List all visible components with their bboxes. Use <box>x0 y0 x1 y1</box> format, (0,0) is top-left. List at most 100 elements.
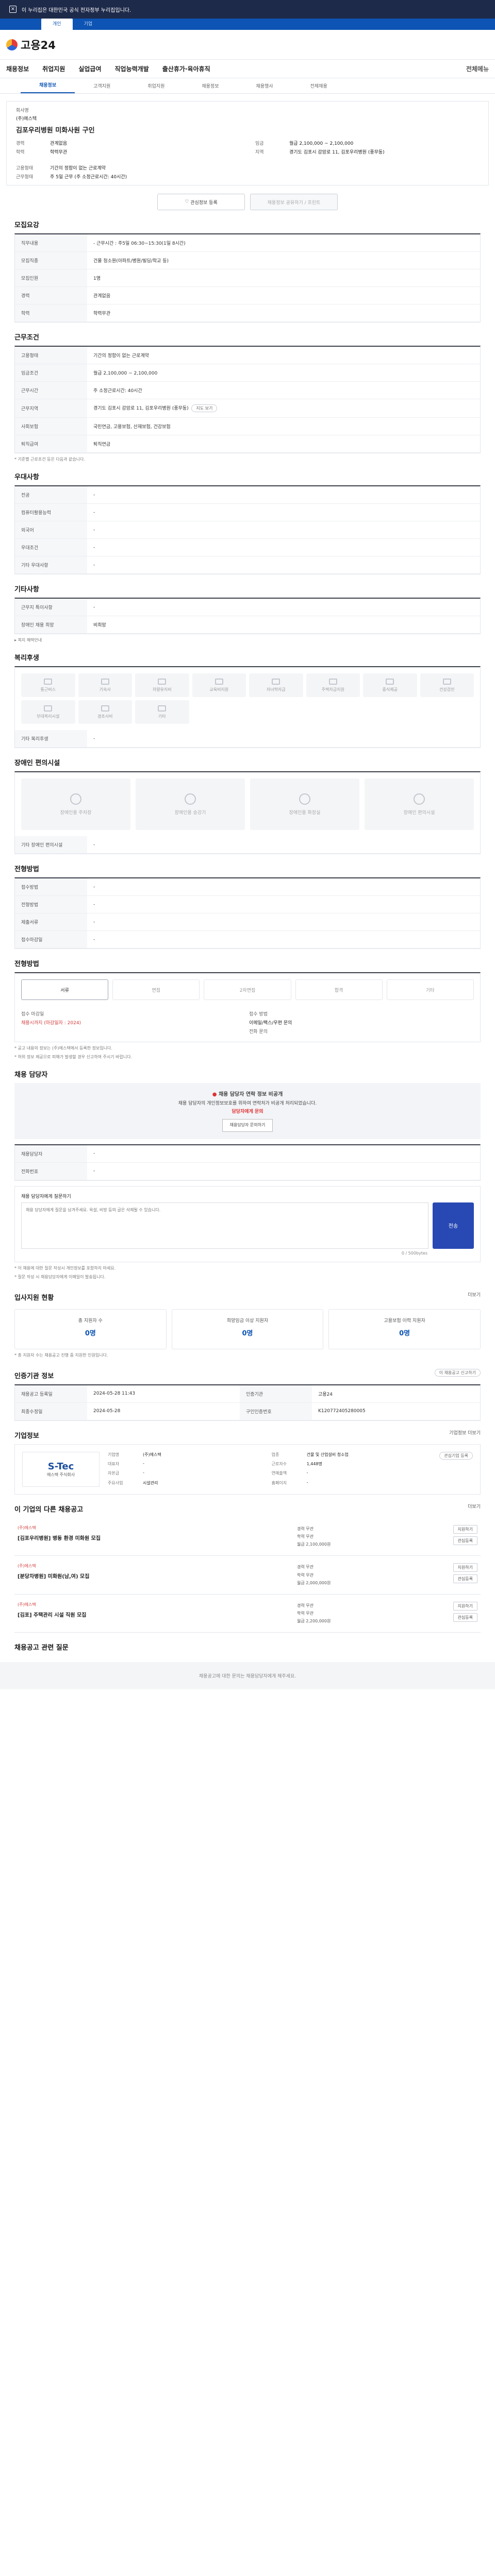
row-key: 경력 <box>15 286 87 304</box>
similar-jobs: (주)에스텍 [김포우리병원] 병동 환경 미화원 모집 경력 무관 학력 무관 월급… <box>14 1518 481 1633</box>
snb-item-0[interactable]: 채용정보 <box>21 79 75 93</box>
company-name: (주)에스텍 <box>16 116 37 122</box>
stat-label: 희망임금 이상 지원자 <box>226 1318 269 1324</box>
row-value: - <box>87 878 480 896</box>
process-step: 면접 <box>112 979 200 1000</box>
summary-key: 근무형태 <box>16 175 34 180</box>
apply-button[interactable]: 지원하기 <box>453 1601 477 1611</box>
etc-icon <box>158 705 167 711</box>
bookmark-button[interactable]: 관심등록 <box>453 1536 477 1545</box>
apply-button[interactable]: 지원하기 <box>453 1563 477 1572</box>
list-item[interactable]: (주)에스텍 [김포우리병원] 병동 환경 미화원 모집 경력 무관 학력 무관 월급… <box>14 1518 481 1556</box>
table-row: 채용담당자 - <box>15 1145 480 1163</box>
job-title-link[interactable]: [김포] 주택관리 시설 직원 모집 <box>18 1611 292 1618</box>
global-nav: 채용정보 취업지원 실업급여 직업능력개발 출산휴가·육아휴직 전체메뉴 <box>0 60 495 78</box>
car-icon <box>158 678 167 685</box>
interest-button[interactable]: ♡ 관심정보 등록 <box>157 194 245 210</box>
question-input[interactable] <box>21 1202 428 1249</box>
snb-item-3[interactable]: 채용정보 <box>183 80 237 93</box>
send-button[interactable]: 전송 <box>433 1202 474 1249</box>
tab-company[interactable]: 기업 <box>73 19 104 30</box>
similar-more-link[interactable]: 더보기 <box>468 1503 481 1510</box>
row-value: 기간의 정함이 없는 근로계약 <box>87 347 480 364</box>
job-company: (주)에스텍 <box>18 1525 36 1530</box>
job-summary-grid: 경력 관계없음 임금 월급 2,100,000 ~ 2,100,000 학력 학력무관… <box>16 140 479 180</box>
contact-inquiry-button[interactable]: 채용담당자 문의하기 <box>222 1119 273 1132</box>
facility-icon <box>44 705 53 711</box>
bookmark-button[interactable]: 관심등록 <box>453 1574 477 1584</box>
summary-key: 고용형태 <box>16 166 34 171</box>
site-logo[interactable]: 고용24 <box>6 37 56 53</box>
question-box: 채용 담당자에게 질문하기 전송 0 / 500bytes <box>14 1185 481 1262</box>
row-key: 채용공고 등록일 <box>15 1385 87 1403</box>
table-row: 채용공고 등록일 2024-05-28 11:43 인증기관 고용24 <box>15 1385 480 1403</box>
welfare-label: 중식제공 <box>382 687 398 692</box>
welfare-item: 통근버스 <box>21 673 75 697</box>
gnb-item-jobs[interactable]: 채용정보 <box>6 64 29 73</box>
job-company: (주)에스텍 <box>18 1602 36 1607</box>
list-item[interactable]: (주)에스텍 [분당차병원] 미화원(남,여) 모집 경력 무관 학력 무관 월급 2… <box>14 1556 481 1595</box>
gnb-item-training[interactable]: 직업능력개발 <box>115 64 149 73</box>
company-more-link[interactable]: 기업정보 더보기 <box>449 1429 481 1436</box>
job-title-link[interactable]: [분당차병원] 미화원(남,여) 모집 <box>18 1572 292 1580</box>
disabled-box: 장애인용 주차장 장애인용 승강기 장애인용 화장실 장애인 편의시설 기타 장… <box>14 771 481 854</box>
logo-text: 고용24 <box>21 39 56 52</box>
gnb-item-benefit[interactable]: 실업급여 <box>78 64 101 73</box>
gnb-item-leave[interactable]: 출산휴가·육아휴직 <box>162 64 210 73</box>
table-row: 학력 학력무관 <box>15 304 480 322</box>
follow-company-button[interactable]: 관심기업 등록 <box>439 1451 473 1460</box>
gnb-item-support[interactable]: 취업지원 <box>42 64 65 73</box>
row-key: 전화번호 <box>15 1162 87 1180</box>
welfare-item: 중식제공 <box>363 673 417 697</box>
row-value: - <box>87 503 480 521</box>
table-row: 컴퓨터활용능력 - <box>15 503 480 521</box>
job-meta: 학력 무관 <box>297 1611 314 1616</box>
row-value: - <box>87 599 480 616</box>
welfare-label: 기숙사 <box>99 687 111 692</box>
job-summary: 회사명 (주)에스텍 김포우리병원 미화사원 구인 경력 관계없음 임금 월급 2,… <box>6 101 489 185</box>
snb-item-2[interactable]: 취업지원 <box>129 80 183 93</box>
similar-title: 이 기업의 다른 채용공고 <box>14 1505 84 1514</box>
snb-item-4[interactable]: 채용행사 <box>238 80 292 93</box>
tab-personal[interactable]: 개인 <box>41 19 73 30</box>
row-key: 근무지역 <box>15 399 87 418</box>
share-button[interactable]: 채용정보 공유하기 / 프린트 <box>250 194 338 210</box>
list-item[interactable]: (주)에스텍 [김포] 주택관리 시설 직원 모집 경력 무관 학력 무관 월급 2,… <box>14 1595 481 1633</box>
snb-item-5[interactable]: 전체채용 <box>292 80 346 93</box>
meal-icon <box>386 678 394 685</box>
welfare-info-link[interactable]: ▸ 복지 혜택안내 <box>14 637 481 643</box>
disabled-item: 장애인용 승강기 <box>136 778 245 830</box>
dormitory-icon <box>101 678 109 685</box>
summary-value: 주 5일 근무 (주 소정근로시간: 40시간) <box>50 175 127 180</box>
close-icon[interactable]: × <box>9 6 16 13</box>
stats-more-link[interactable]: 더보기 <box>468 1291 481 1298</box>
all-menu-button[interactable]: 전체메뉴 <box>466 64 489 73</box>
row-value: - <box>87 486 480 504</box>
row-key: 퇴직급여 <box>15 435 87 453</box>
job-title-link[interactable]: [김포우리병원] 병동 환경 미화원 모집 <box>18 1534 292 1541</box>
report-link[interactable]: 이 채용공고 신고하기 <box>434 1368 481 1377</box>
company-value: 시설관리 <box>143 1480 158 1485</box>
snb-item-1[interactable]: 고객지원 <box>75 80 129 93</box>
apply-button[interactable]: 지원하기 <box>453 1524 477 1534</box>
disabled-label: 장애인 편의시설 <box>403 810 435 816</box>
deadline-value: 채용시까지 (마감일자 : 2024) <box>21 1021 81 1026</box>
table-row: 임금조건 월급 2,100,000 ~ 2,100,000 <box>15 364 480 382</box>
row-value: - <box>87 521 480 539</box>
table-row: 직무내용 - 근무시간 : 주5일 06:30~15:30(1일 8시간) <box>15 234 480 252</box>
map-button[interactable]: 지도 보기 <box>191 404 218 412</box>
row-key: 우대조건 <box>15 538 87 556</box>
row-key: 외국어 <box>15 521 87 539</box>
health-icon <box>442 678 451 685</box>
bookmark-button[interactable]: 관심등록 <box>453 1613 477 1622</box>
sub-nav: 채용정보 고객지원 취업지원 채용정보 채용행사 전체채용 <box>0 78 495 94</box>
table-row: 근무지 특이사항 - <box>15 599 480 616</box>
contact-alert: ● 채용 담당자 연락 정보 비공개 채용 담당자의 개인정보보호를 위하여 연… <box>14 1083 481 1139</box>
stats-grid: 총 지원자 수 0명 희망임금 이상 지원자 0명 고용보험 이력 지원자 0명 <box>14 1309 481 1349</box>
row-value: - <box>87 836 480 854</box>
row-key: 최종수정일 <box>15 1402 87 1420</box>
alert-body: 채용 담당자의 개인정보보호를 위하여 연락처가 비공개 처리되었습니다. <box>178 1101 317 1106</box>
job-meta: 학력 무관 <box>297 1572 314 1578</box>
row-key: 학력 <box>15 304 87 322</box>
scholarship-icon <box>272 678 280 685</box>
